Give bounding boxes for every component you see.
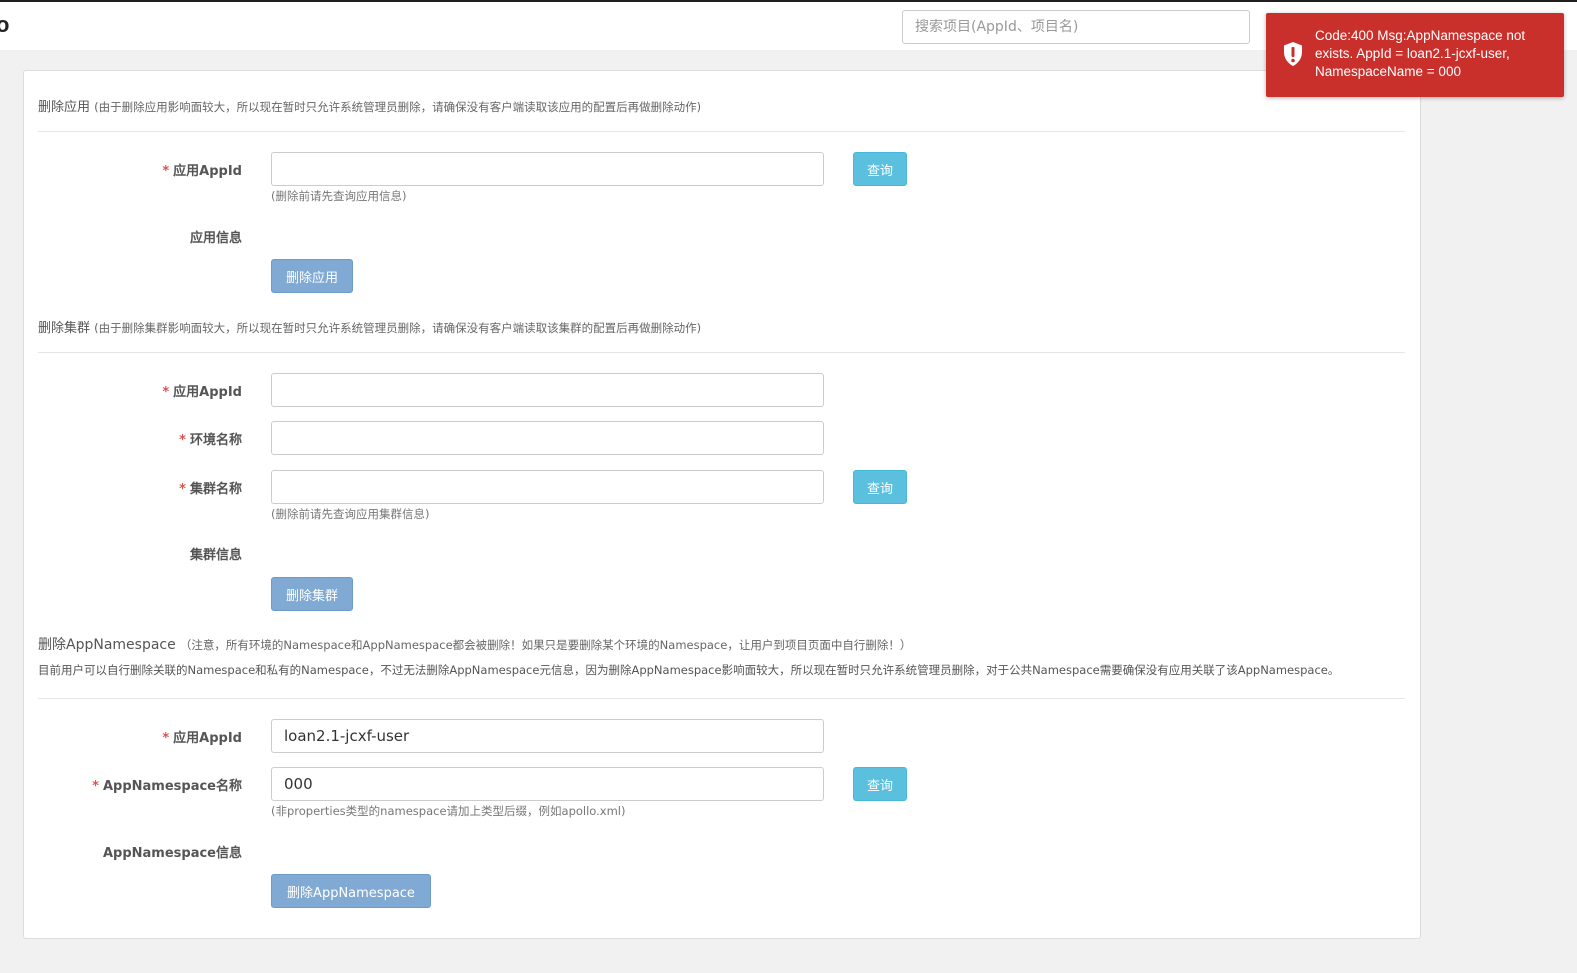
delete-namespace-description: 目前用户可以自行删除关联的Namespace和私有的Namespace，不过无法… — [38, 663, 1340, 677]
cluster-name-input[interactable] — [271, 470, 824, 504]
divider — [38, 131, 1405, 132]
delete-cluster-query-button[interactable]: 查询 — [853, 470, 907, 504]
delete-cluster-button[interactable]: 删除集群 — [271, 577, 353, 611]
delete-namespace-title: 删除AppNamespace — [38, 637, 176, 653]
delete-app-appid-label: * 应用AppId — [162, 164, 242, 179]
delete-cluster-hint: (由于删除集群影响面较大，所以现在暂时只允许系统管理员删除，请确保没有客户端读取… — [94, 321, 702, 335]
search-input[interactable] — [902, 10, 1250, 44]
error-toast-message: Code:400 Msg:AppNamespace not exists. Ap… — [1315, 28, 1526, 79]
delete-cluster-appid-label: * 应用AppId — [162, 385, 242, 400]
delete-app-help: (删除前请先查询应用信息) — [271, 189, 407, 203]
divider — [38, 352, 1405, 353]
shield-alert-icon — [1282, 41, 1304, 67]
error-toast[interactable]: Code:400 Msg:AppNamespace not exists. Ap… — [1266, 13, 1564, 97]
delete-namespace-header: 删除AppNamespace （注意，所有环境的Namespace和AppNam… — [38, 634, 911, 654]
delete-appnamespace-button[interactable]: 删除AppNamespace — [271, 874, 431, 908]
delete-app-query-button[interactable]: 查询 — [853, 152, 907, 186]
logo[interactable]: o — [0, 12, 9, 38]
delete-cluster-help: (删除前请先查询应用集群信息) — [271, 507, 430, 521]
delete-cluster-title: 删除集群 — [38, 321, 91, 336]
delete-namespace-help: (非properties类型的namespace请加上类型后缀，例如apollo… — [271, 804, 626, 818]
env-name-input[interactable] — [271, 421, 824, 455]
delete-app-hint: (由于删除应用影响面较大，所以现在暂时只允许系统管理员删除，请确保没有客户端读取… — [94, 100, 702, 114]
app-info-label: 应用信息 — [189, 231, 242, 246]
delete-cluster-appid-input[interactable] — [271, 373, 824, 407]
delete-app-appid-input[interactable] — [271, 152, 824, 186]
divider — [38, 698, 1405, 699]
delete-namespace-hint: （注意，所有环境的Namespace和AppNamespace都会被删除！如果只… — [179, 638, 912, 652]
delete-namespace-appid-input[interactable] — [271, 719, 824, 753]
delete-namespace-query-button[interactable]: 查询 — [853, 767, 907, 801]
appnamespace-name-label: * AppNamespace名称 — [92, 779, 242, 794]
appnamespace-name-input[interactable] — [271, 767, 824, 801]
env-name-label: * 环境名称 — [179, 433, 242, 448]
cluster-info-label: 集群信息 — [189, 548, 242, 563]
appnamespace-info-label: AppNamespace信息 — [102, 846, 242, 861]
delete-app-header: 删除应用 (由于删除应用影响面较大，所以现在暂时只允许系统管理员删除，请确保没有… — [38, 96, 701, 115]
delete-app-title: 删除应用 — [38, 100, 91, 115]
delete-cluster-header: 删除集群 (由于删除集群影响面较大，所以现在暂时只允许系统管理员删除，请确保没有… — [38, 317, 701, 336]
delete-app-button[interactable]: 删除应用 — [271, 259, 353, 293]
admin-panel — [23, 70, 1421, 939]
cluster-name-label: * 集群名称 — [179, 482, 242, 497]
delete-namespace-appid-label: * 应用AppId — [162, 731, 242, 746]
